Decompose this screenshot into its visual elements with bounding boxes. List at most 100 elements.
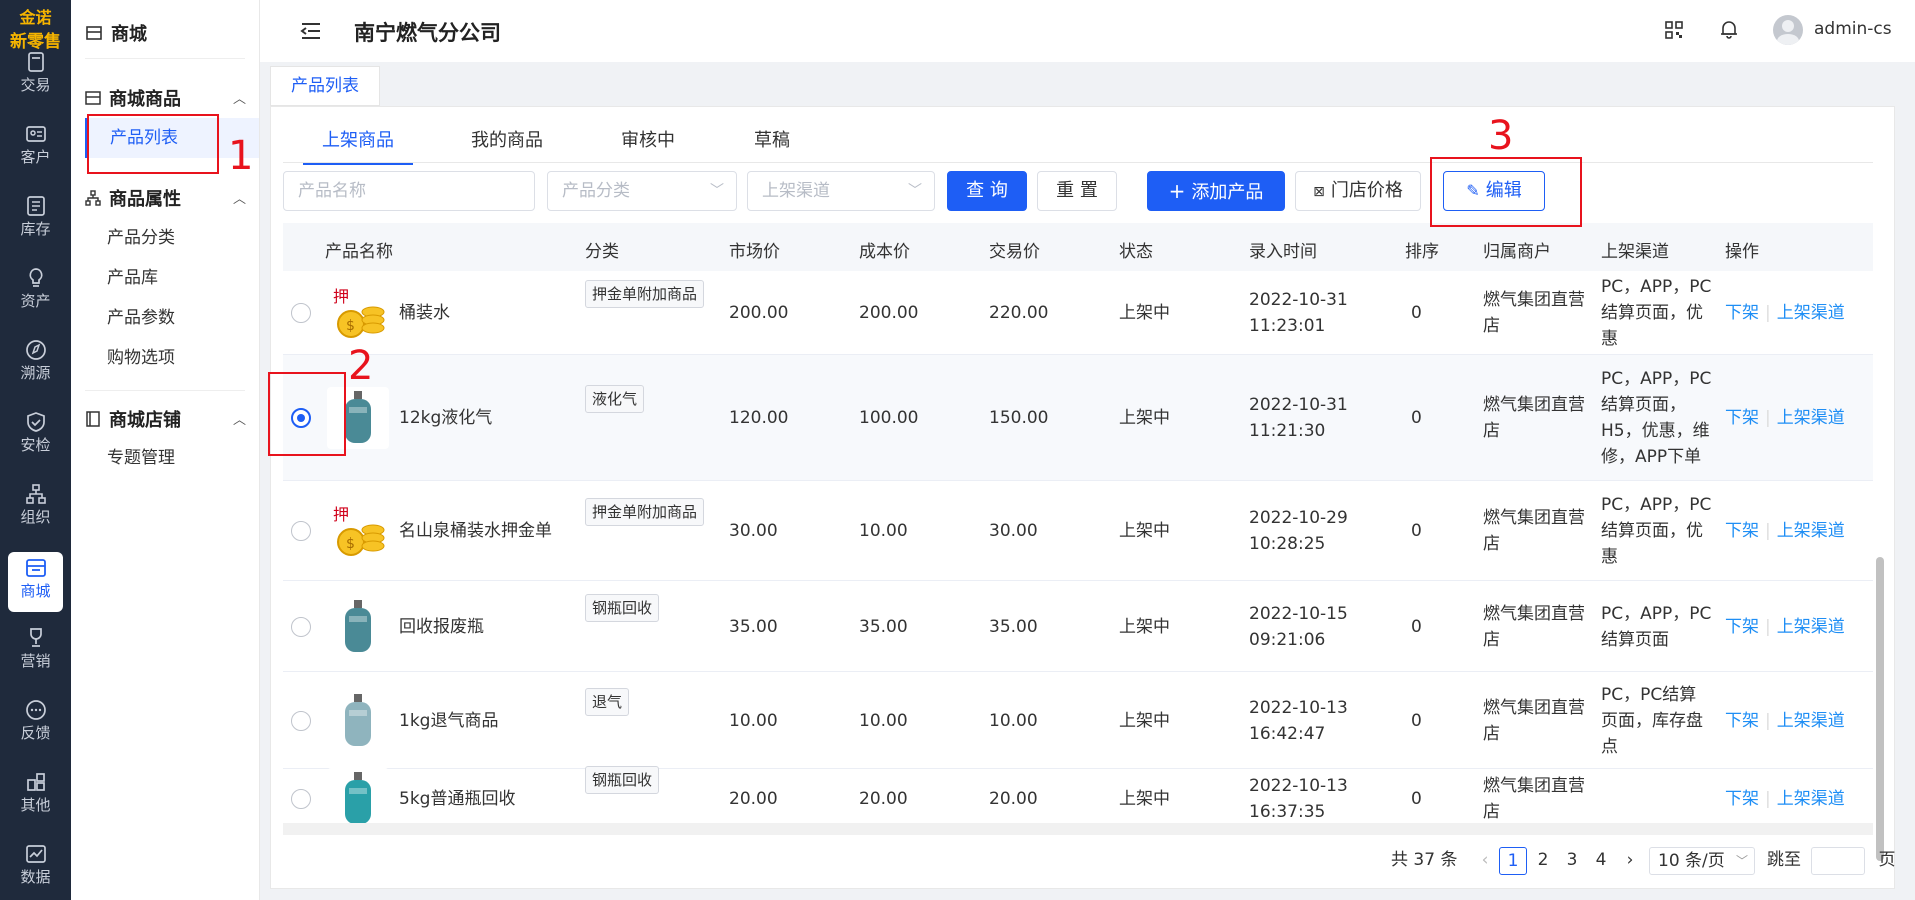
row-radio[interactable] (291, 521, 311, 541)
channel-select[interactable]: 上架渠道 ﹀ (747, 171, 935, 211)
page-tab-product-list[interactable]: 产品列表 (270, 66, 380, 106)
row-radio[interactable] (291, 789, 311, 809)
store-price-button[interactable]: ⊠ 门店价格 (1295, 171, 1421, 211)
menu-item-shopping-options[interactable]: 购物选项 (107, 338, 257, 378)
trade-price: 20.00 (989, 789, 1038, 809)
row-radio[interactable] (291, 303, 311, 323)
status-text: 上架中 (1119, 303, 1170, 323)
col-trade-price: 交易价 (989, 242, 1040, 262)
row-radio[interactable] (291, 710, 311, 731)
channel-line: PC，APP，PC (1601, 603, 1712, 624)
page-size-select[interactable]: 10 条/页 ﹀ (1649, 847, 1755, 875)
jump-input[interactable] (1811, 847, 1865, 875)
rail-item-mall[interactable]: 商城 (8, 552, 63, 612)
action-divider: | (1765, 303, 1771, 323)
product-name: 桶装水 (399, 303, 450, 323)
listing-channel-link[interactable]: 上架渠道 (1777, 789, 1845, 809)
unlist-link[interactable]: 下架 (1725, 711, 1759, 731)
chevron-down-icon: ﹀ (710, 183, 724, 199)
menu-item-product-library[interactable]: 产品库 (107, 258, 257, 298)
rail-item-safety[interactable]: 安检 (8, 406, 63, 466)
prev-page-icon[interactable]: ‹ (1471, 847, 1499, 875)
unlist-link[interactable]: 下架 (1725, 521, 1759, 541)
listing-channel-link[interactable]: 上架渠道 (1777, 303, 1845, 323)
table-row[interactable]: 回收报废瓶 钢瓶回收 35.00 35.00 35.00 上架中 2022-10-15 09:… (283, 581, 1873, 672)
table-row[interactable]: 1kg退气商品 退气 10.00 10.00 10.00 上架中 2022-10-13 16:… (283, 672, 1873, 769)
page-3[interactable]: 3 (1558, 847, 1586, 875)
menu-group-mall-goods[interactable]: 商城商品 (85, 85, 181, 111)
table-row[interactable]: 押 $ 名山泉桶装水押金单 押金单附加商品 30.00 10.00 30.00 上架中 2022… (283, 481, 1873, 581)
unlist-link[interactable]: 下架 (1725, 617, 1759, 637)
rail-item-trace[interactable]: 溯源 (8, 334, 63, 394)
market-price: 10.00 (729, 710, 778, 731)
listing-channel-link[interactable]: 上架渠道 (1777, 408, 1845, 428)
reset-button[interactable]: 重 置 (1037, 171, 1117, 211)
rail-item-inventory[interactable]: 库存 (8, 190, 63, 250)
chevron-up-icon[interactable]: ︿ (233, 409, 246, 428)
table-row[interactable]: 押 $ 桶装水 押金单附加商品 200.00 200.00 220.00 上架中 2022-10… (283, 271, 1873, 355)
menu-item-topics[interactable]: 专题管理 (107, 438, 257, 478)
qr-code-icon[interactable] (1665, 21, 1683, 39)
status-text: 上架中 (1119, 616, 1170, 637)
menu-group-stores[interactable]: 商城店铺 (85, 406, 181, 432)
next-page-icon[interactable]: › (1616, 847, 1644, 875)
table-row[interactable]: 5kg普通瓶回收 钢瓶回收 20.00 20.00 20.00 上架中 2022-10-13… (283, 766, 1873, 830)
page-4[interactable]: 4 (1587, 847, 1615, 875)
add-product-button[interactable]: + 添加产品 (1147, 171, 1285, 211)
listing-channel-link[interactable]: 上架渠道 (1777, 711, 1845, 731)
entry-date: 2022-10-31 (1249, 395, 1348, 415)
rail-item-marketing[interactable]: 营销 (8, 622, 63, 682)
unlist-link[interactable]: 下架 (1725, 789, 1759, 809)
scrollbar-thumb[interactable] (1876, 557, 1884, 861)
entry-date: 2022-10-13 (1249, 776, 1348, 796)
query-button[interactable]: 查 询 (947, 171, 1027, 211)
merchant: 燃气集团直营店 (1483, 601, 1585, 653)
rail-item-asset[interactable]: 资产 (8, 262, 63, 322)
action-divider: | (1765, 408, 1771, 428)
username[interactable]: admin-cs (1814, 19, 1892, 39)
rail-item-other[interactable]: 其他 (8, 766, 63, 826)
page-2[interactable]: 2 (1529, 847, 1557, 875)
menu-item-product-category[interactable]: 产品分类 (107, 218, 257, 258)
product-name-input[interactable]: 产品名称 (283, 171, 535, 211)
menu-group-attributes[interactable]: 商品属性 (85, 185, 181, 211)
channel-line: 结算页面 (1601, 629, 1669, 650)
chevron-up-icon[interactable]: ︿ (233, 88, 246, 107)
product-thumbnail: 押 $ (327, 282, 389, 344)
unlist-link[interactable]: 下架 (1725, 408, 1759, 428)
subtab-drafts[interactable]: 草稿 (754, 121, 790, 165)
rail-item-org[interactable]: 组织 (8, 478, 63, 538)
chevron-down-icon: ﹀ (1735, 854, 1748, 868)
row-radio[interactable] (291, 616, 311, 637)
rail-item-label: 库存 (20, 220, 51, 238)
product-name: 回收报废瓶 (399, 616, 484, 637)
subtab-reviewing[interactable]: 审核中 (621, 121, 675, 165)
rail-item-feedback[interactable]: 反馈 (8, 694, 63, 754)
chevron-up-icon[interactable]: ︿ (233, 188, 246, 207)
category-select[interactable]: 产品分类 ﹀ (547, 171, 737, 211)
bell-icon[interactable] (1720, 19, 1738, 39)
subtab-listed[interactable]: 上架商品 (303, 121, 413, 165)
avatar[interactable] (1773, 15, 1803, 45)
table-row[interactable]: 12kg液化气 液化气 120.00 100.00 150.00 上架中 2022-10-3… (283, 355, 1873, 481)
listing-channel-link[interactable]: 上架渠道 (1777, 521, 1845, 541)
unlist-link[interactable]: 下架 (1725, 303, 1759, 323)
listing-channel-link[interactable]: 上架渠道 (1777, 617, 1845, 637)
rail-item-data[interactable]: 数据 (8, 838, 63, 898)
horizontal-scrollbar[interactable] (283, 823, 1873, 835)
col-actions: 操作 (1725, 242, 1759, 262)
table-header: 产品名称 分类 市场价 成本价 交易价 状态 录入时间 排序 归属商户 上架渠道… (283, 223, 1873, 271)
rail-item-trade[interactable]: 交易 (8, 46, 63, 106)
page-1[interactable]: 1 (1499, 847, 1527, 875)
rail-item-label: 溯源 (20, 364, 51, 382)
marketing-icon (29, 628, 42, 647)
menu-fold-icon[interactable] (300, 22, 322, 40)
chevron-down-icon: ﹀ (908, 183, 922, 199)
edit-button[interactable]: ✎ 编辑 (1443, 171, 1545, 211)
rail-item-customer[interactable]: 客户 (8, 118, 63, 178)
subtab-mine[interactable]: 我的商品 (471, 121, 543, 165)
menu-item-product-params[interactable]: 产品参数 (107, 298, 257, 338)
row-radio[interactable] (291, 408, 311, 428)
entry-date: 2022-10-31 (1249, 290, 1348, 310)
vertical-scrollbar[interactable] (1874, 223, 1886, 861)
